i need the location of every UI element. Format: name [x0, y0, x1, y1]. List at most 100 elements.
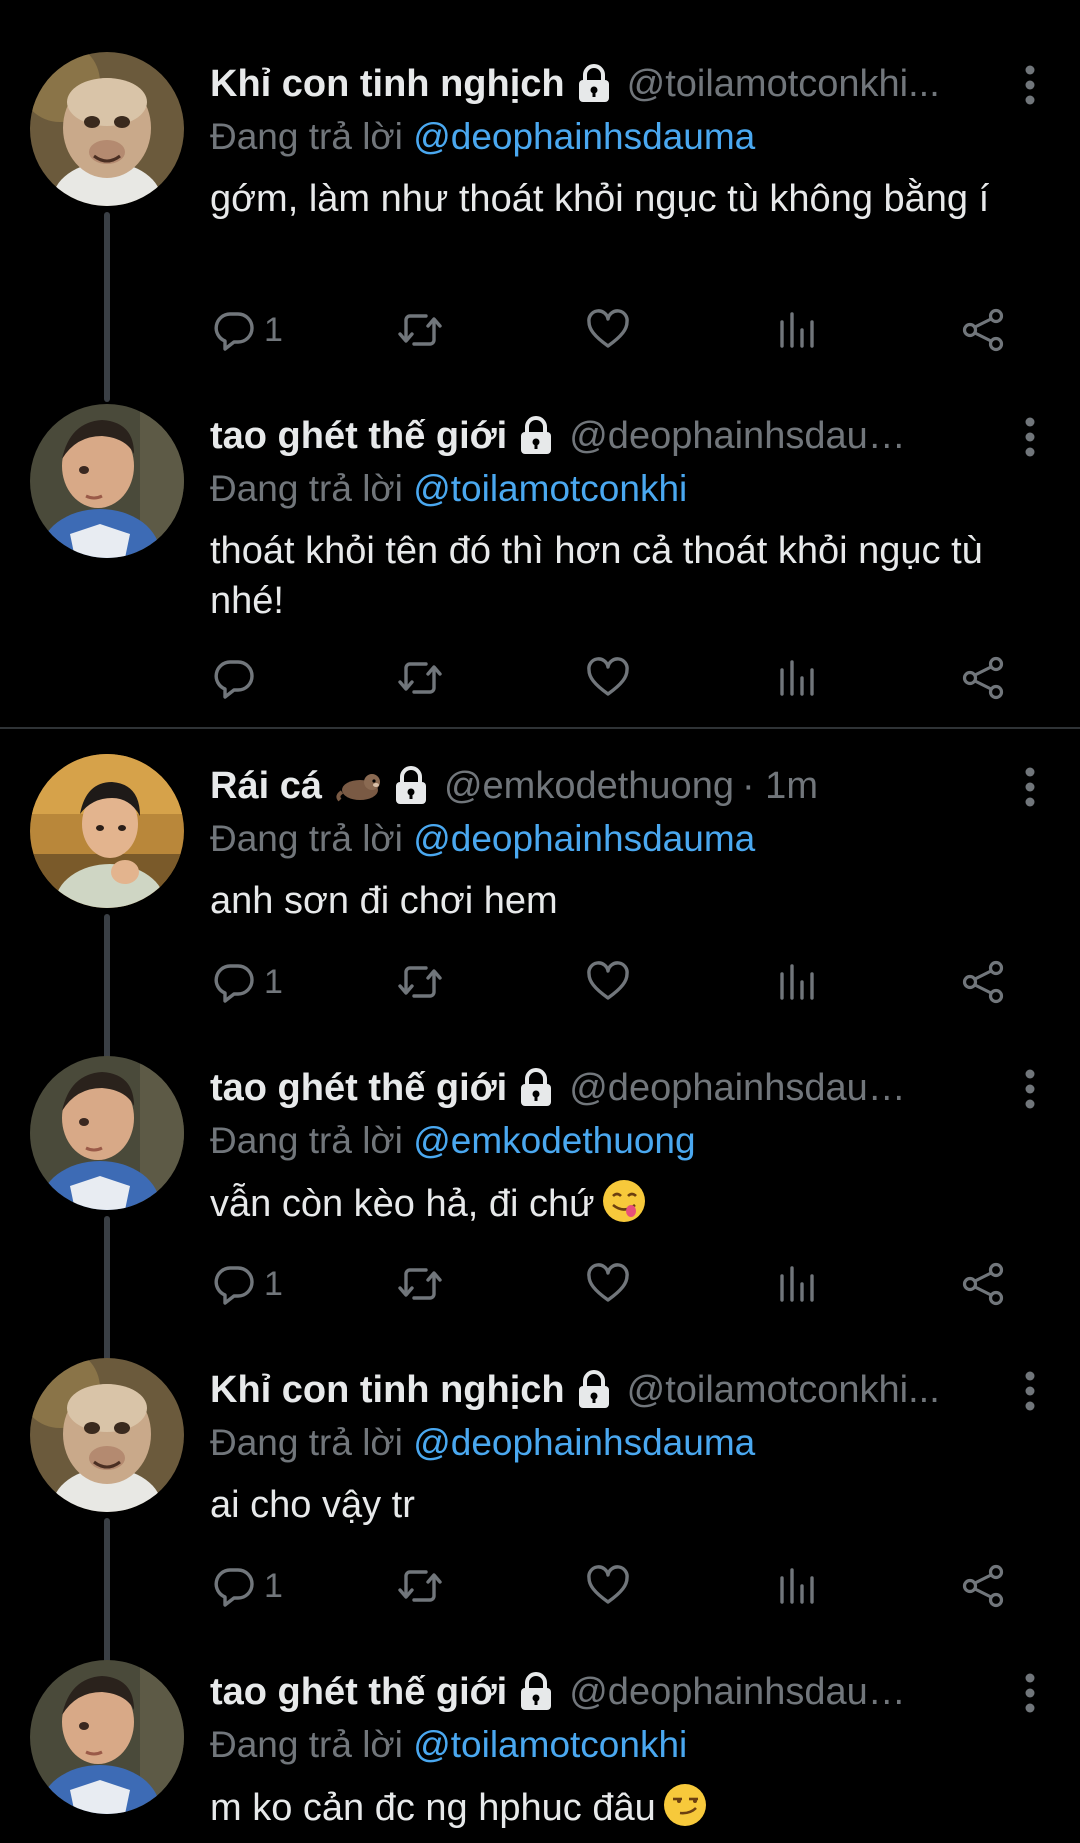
- tweet[interactable]: Khỉ con tinh nghịch @toilamotconkhi... Đ…: [0, 1352, 1080, 1664]
- reply-count: 1: [264, 1566, 283, 1605]
- display-name[interactable]: Khỉ con tinh nghịch: [210, 1369, 565, 1412]
- replying-to-label: Đang trả lời: [210, 818, 414, 859]
- replying-to-label: Đang trả lời: [210, 1422, 414, 1463]
- avatar[interactable]: [30, 1358, 184, 1512]
- avatar[interactable]: [30, 1056, 184, 1210]
- retweet-button[interactable]: [396, 1254, 444, 1314]
- share-button[interactable]: [960, 1556, 1008, 1616]
- mention-link[interactable]: @toilamotconkhi: [413, 468, 687, 509]
- display-name[interactable]: Khỉ con tinh nghịch: [210, 63, 565, 106]
- reply-count: 1: [264, 310, 283, 349]
- action-bar: 1: [210, 1254, 1010, 1314]
- retweet-button[interactable]: [396, 952, 444, 1012]
- reply-button[interactable]: [210, 648, 258, 708]
- share-icon: [960, 1562, 1008, 1610]
- share-button[interactable]: [960, 1254, 1008, 1314]
- tweet-text: thoát khỏi tên đó thì hơn cả thoát khỏi …: [210, 530, 983, 622]
- reply-button[interactable]: 1: [210, 952, 283, 1012]
- thread-divider: [0, 727, 1080, 729]
- heart-icon: [584, 306, 632, 354]
- replying-to: Đang trả lời @deophainhsdauma: [210, 112, 1040, 162]
- mention-link[interactable]: @toilamotconkhi: [413, 1724, 687, 1765]
- more-icon[interactable]: [1020, 1068, 1040, 1110]
- user-handle[interactable]: @toilamotconkhi...: [627, 63, 940, 106]
- reply-button[interactable]: 1: [210, 300, 283, 360]
- replying-to: Đang trả lời @toilamotconkhi: [210, 1720, 1040, 1770]
- avatar[interactable]: [30, 404, 184, 558]
- tweet-text: gớm, làm như thoát khỏi ngục tù không bằ…: [210, 178, 990, 220]
- display-name[interactable]: tao ghét thế giới: [210, 415, 507, 458]
- share-icon: [960, 958, 1008, 1006]
- tweet[interactable]: tao ghét thế giới @deophainhsdaum... Đan…: [0, 398, 1080, 718]
- retweet-button[interactable]: [396, 648, 444, 708]
- action-bar: 1: [210, 1556, 1010, 1616]
- display-name[interactable]: tao ghét thế giới: [210, 1671, 507, 1714]
- retweet-icon: [396, 1260, 444, 1308]
- share-button[interactable]: [960, 300, 1008, 360]
- replying-to: Đang trả lời @deophainhsdauma: [210, 1418, 1040, 1468]
- views-icon: [772, 1562, 820, 1610]
- lock-icon: [517, 1067, 555, 1109]
- thread-line: [104, 1518, 110, 1664]
- more-icon[interactable]: [1020, 416, 1040, 458]
- avatar[interactable]: [30, 52, 184, 206]
- face-savoring-food-emoji-icon: [601, 1178, 647, 1224]
- share-button[interactable]: [960, 648, 1008, 708]
- reply-button[interactable]: 1: [210, 1254, 283, 1314]
- user-handle[interactable]: @deophainhsdaum...: [569, 1067, 929, 1110]
- views-button[interactable]: [772, 648, 820, 708]
- mention-link[interactable]: @emkodethuong: [413, 1120, 695, 1161]
- timestamp[interactable]: · 1m: [742, 765, 818, 808]
- heart-icon: [584, 958, 632, 1006]
- tweet-text: vẫn còn kèo hả, đi chứ: [210, 1178, 1040, 1229]
- share-button[interactable]: [960, 952, 1008, 1012]
- share-icon: [960, 306, 1008, 354]
- views-icon: [772, 654, 820, 702]
- tweet[interactable]: Khỉ con tinh nghịch @toilamotconkhi... Đ…: [0, 46, 1080, 402]
- like-button[interactable]: [584, 300, 632, 360]
- avatar[interactable]: [30, 754, 184, 908]
- retweet-button[interactable]: [396, 1556, 444, 1616]
- user-handle[interactable]: @deophainhsdaum...: [569, 415, 929, 458]
- user-handle[interactable]: @toilamotconkhi...: [627, 1369, 940, 1412]
- views-button[interactable]: [772, 300, 820, 360]
- thread-line: [104, 1216, 110, 1362]
- lock-icon: [575, 63, 613, 105]
- like-button[interactable]: [584, 952, 632, 1012]
- retweet-icon: [396, 306, 444, 354]
- user-handle[interactable]: @emkodethuong: [444, 765, 734, 808]
- user-handle[interactable]: @deophainhsdaum...: [569, 1671, 929, 1714]
- mention-link[interactable]: @deophainhsdauma: [413, 1422, 755, 1463]
- views-icon: [772, 306, 820, 354]
- replying-to-label: Đang trả lời: [210, 116, 414, 157]
- views-button[interactable]: [772, 952, 820, 1012]
- tweet-text: ai cho vậy tr: [210, 1484, 415, 1526]
- mention-link[interactable]: @deophainhsdauma: [413, 818, 755, 859]
- tweet-text: m ko cản đc ng hphuc đâu: [210, 1782, 1040, 1833]
- like-button[interactable]: [584, 648, 632, 708]
- share-icon: [960, 654, 1008, 702]
- more-icon[interactable]: [1020, 1370, 1040, 1412]
- heart-icon: [584, 1562, 632, 1610]
- thread-line: [104, 212, 110, 402]
- more-icon[interactable]: [1020, 1672, 1040, 1714]
- thread-line: [104, 914, 110, 1060]
- avatar[interactable]: [30, 1660, 184, 1814]
- display-name[interactable]: tao ghét thế giới: [210, 1067, 507, 1110]
- like-button[interactable]: [584, 1556, 632, 1616]
- reply-count: 1: [264, 1264, 283, 1303]
- more-icon[interactable]: [1020, 64, 1040, 106]
- display-name[interactable]: Rái cá: [210, 765, 322, 808]
- reply-button[interactable]: 1: [210, 1556, 283, 1616]
- like-button[interactable]: [584, 1254, 632, 1314]
- tweet[interactable]: tao ghét thế giới @deophainhsdaum... Đan…: [0, 1654, 1080, 1843]
- views-button[interactable]: [772, 1556, 820, 1616]
- tweet[interactable]: tao ghét thế giới @deophainhsdaum... Đan…: [0, 1050, 1080, 1362]
- action-bar: 1: [210, 952, 1010, 1012]
- tweet[interactable]: Rái cá @emkodethuong · 1m Đang trả lời @…: [0, 748, 1080, 1060]
- retweet-icon: [396, 654, 444, 702]
- mention-link[interactable]: @deophainhsdauma: [413, 116, 755, 157]
- views-button[interactable]: [772, 1254, 820, 1314]
- retweet-button[interactable]: [396, 300, 444, 360]
- more-icon[interactable]: [1020, 766, 1040, 808]
